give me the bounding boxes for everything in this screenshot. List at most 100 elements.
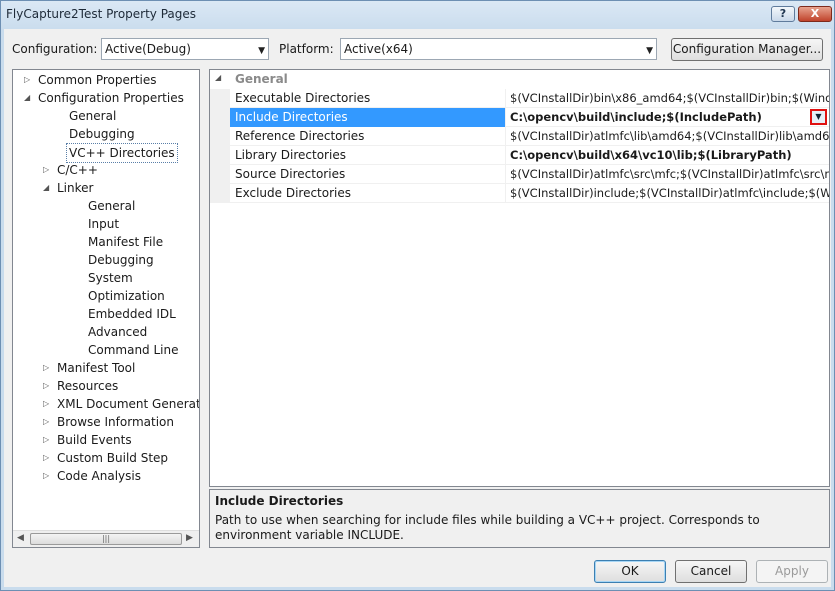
tree-item[interactable]: Embedded IDL: [13, 305, 199, 323]
close-button[interactable]: X: [798, 6, 832, 22]
collapse-icon[interactable]: ◢: [215, 73, 221, 82]
tree-item-label: Linker: [57, 181, 94, 195]
tree-item-label: Debugging: [69, 127, 135, 141]
tree-item[interactable]: Debugging: [13, 251, 199, 269]
property-name: Source Directories: [230, 165, 506, 184]
tree-item[interactable]: Manifest File: [13, 233, 199, 251]
help-button[interactable]: ?: [771, 6, 795, 22]
property-value[interactable]: C:\opencv\build\include;$(IncludePath): [507, 108, 829, 127]
tree-item-label: Manifest File: [88, 235, 164, 249]
tree-item-label: C/C++: [57, 163, 98, 177]
description-panel: Include Directories Path to use when sea…: [209, 489, 830, 548]
horizontal-scrollbar[interactable]: ◀ ||| ▶: [13, 530, 199, 547]
tree-item-label: Optimization: [88, 289, 165, 303]
property-value[interactable]: C:\opencv\build\x64\vc10\lib;$(LibraryPa…: [507, 146, 829, 165]
window-title: FlyCapture2Test Property Pages: [6, 7, 197, 21]
property-name: Reference Directories: [230, 127, 506, 146]
expand-icon[interactable]: ▷: [43, 413, 49, 431]
tree-item[interactable]: ◢ Linker: [13, 179, 199, 197]
tree-item[interactable]: ▷ Common Properties: [13, 71, 199, 89]
tree-item-label: Code Analysis: [57, 469, 141, 483]
tree-item[interactable]: General: [13, 107, 199, 125]
tree-item[interactable]: Advanced: [13, 323, 199, 341]
settings-tree[interactable]: ▷ Common Properties ◢ Configuration Propert…: [12, 69, 200, 548]
property-value[interactable]: $(VCInstallDir)bin\x86_amd64;$(VCInstall…: [507, 89, 829, 108]
tree-item[interactable]: ▷ C/C++: [13, 161, 199, 179]
property-value[interactable]: $(VCInstallDir)atlmfc\src\mfc;$(VCInstal…: [507, 165, 829, 184]
tree-item[interactable]: ▷ Code Analysis: [13, 467, 199, 485]
tree-item[interactable]: ▷ Manifest Tool: [13, 359, 199, 377]
property-value[interactable]: $(VCInstallDir)include;$(VCInstallDir)at…: [507, 184, 829, 203]
expand-icon[interactable]: ▷: [24, 71, 30, 89]
tree-item-label: System: [88, 271, 133, 285]
property-row[interactable]: Library Directories C:\opencv\build\x64\v…: [230, 146, 829, 165]
tree-item[interactable]: ▷ Browse Information: [13, 413, 199, 431]
tree-item[interactable]: ▷ Custom Build Step: [13, 449, 199, 467]
tree-item-label: XML Document Generator: [57, 397, 200, 411]
tree-item[interactable]: ◢ Configuration Properties: [13, 89, 199, 107]
property-name: Include Directories: [230, 108, 506, 127]
tree-item[interactable]: Input: [13, 215, 199, 233]
tree-item-label: Command Line: [88, 343, 179, 357]
platform-combo[interactable]: Active(x64) ▼: [340, 38, 657, 60]
configuration-manager-button[interactable]: Configuration Manager...: [671, 38, 823, 61]
platform-value: Active(x64): [344, 42, 413, 56]
scroll-thumb[interactable]: |||: [30, 533, 182, 545]
ok-button[interactable]: OK: [594, 560, 666, 583]
tree-item-label: Advanced: [88, 325, 148, 339]
chevron-down-icon: ▼: [258, 46, 265, 56]
expand-icon[interactable]: ▷: [43, 449, 49, 467]
tree-item-label: Browse Information: [57, 415, 174, 429]
tree-item[interactable]: System: [13, 269, 199, 287]
apply-button[interactable]: Apply: [756, 560, 828, 583]
cancel-button[interactable]: Cancel: [675, 560, 747, 583]
expand-icon[interactable]: ▷: [43, 467, 49, 485]
expand-icon[interactable]: ▷: [43, 161, 49, 179]
property-value[interactable]: $(VCInstallDir)atlmfc\lib\amd64;$(VCInst…: [507, 127, 829, 146]
property-row[interactable]: Reference Directories $(VCInstallDir)atlm…: [230, 127, 829, 146]
tree-item-label: Input: [88, 217, 120, 231]
property-name: Executable Directories: [230, 89, 506, 108]
tree-item-label: Resources: [57, 379, 119, 393]
scroll-left-icon[interactable]: ◀: [17, 533, 24, 543]
configuration-label: Configuration:: [12, 42, 98, 56]
expand-icon[interactable]: ▷: [43, 359, 49, 377]
scroll-right-icon[interactable]: ▶: [186, 533, 193, 543]
description-text: Path to use when searching for include f…: [215, 513, 760, 542]
chevron-down-icon: ▼: [646, 46, 653, 56]
configuration-value: Active(Debug): [105, 42, 191, 56]
tree-item[interactable]: Command Line: [13, 341, 199, 359]
tree-item[interactable]: ▷ Resources: [13, 377, 199, 395]
value-dropdown-button[interactable]: ▼: [810, 109, 827, 125]
tree-item-label: Manifest Tool: [57, 361, 136, 375]
property-row[interactable]: Executable Directories $(VCInstallDir)bin…: [230, 89, 829, 108]
tree-item-label: VC++ Directories: [66, 143, 178, 163]
dialog-client: Configuration: Active(Debug) ▼ Platform:…: [4, 29, 831, 587]
property-row[interactable]: Exclude Directories $(VCInstallDir)includ…: [230, 184, 829, 203]
platform-label: Platform:: [279, 42, 334, 56]
tree-item[interactable]: ▷ XML Document Generator: [13, 395, 199, 413]
configuration-combo[interactable]: Active(Debug) ▼: [101, 38, 269, 60]
expand-icon[interactable]: ▷: [43, 395, 49, 413]
collapse-icon[interactable]: ◢: [43, 179, 49, 197]
description-title: Include Directories: [215, 494, 344, 508]
tree-item-label: General: [69, 109, 117, 123]
collapse-icon[interactable]: ◢: [24, 89, 30, 107]
property-row[interactable]: Include Directories C:\opencv\build\inclu…: [230, 108, 829, 127]
property-row[interactable]: Source Directories $(VCInstallDir)atlmfc\…: [230, 165, 829, 184]
expand-icon[interactable]: ▷: [43, 431, 49, 449]
property-name: Exclude Directories: [230, 184, 506, 203]
property-pages-window: FlyCapture2Test Property Pages ? X Confi…: [0, 0, 835, 591]
tree-item[interactable]: VC++ Directories: [13, 143, 199, 163]
category-row[interactable]: ◢ General: [210, 70, 829, 89]
tree-item-label: Configuration Properties: [38, 91, 184, 105]
tree-item[interactable]: Optimization: [13, 287, 199, 305]
tree-item[interactable]: General: [13, 197, 199, 215]
tree-item[interactable]: Debugging: [13, 125, 199, 143]
tree-item-label: Embedded IDL: [88, 307, 176, 321]
expand-icon[interactable]: ▷: [43, 377, 49, 395]
tree-item[interactable]: ▷ Build Events: [13, 431, 199, 449]
grid-gutter: [210, 70, 230, 203]
property-name: Library Directories: [230, 146, 506, 165]
title-bar[interactable]: FlyCapture2Test Property Pages ? X: [1, 1, 834, 29]
